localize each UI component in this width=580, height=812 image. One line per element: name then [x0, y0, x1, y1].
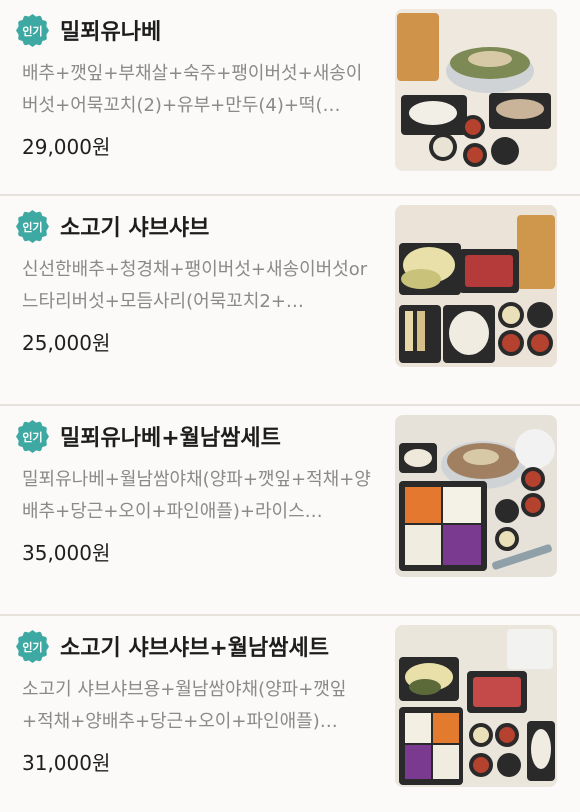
popular-badge: 인기 — [16, 420, 49, 453]
popular-badge: 인기 — [16, 14, 49, 47]
menu-item-price: 25,000원 — [22, 331, 111, 355]
menu-item-name: 밀푀유나베 — [60, 20, 162, 45]
menu-item-photo[interactable] — [395, 205, 557, 367]
popular-badge: 인기 — [16, 210, 49, 243]
menu-item-price: 35,000원 — [22, 541, 111, 565]
menu-item-photo[interactable] — [395, 415, 557, 577]
menu-item-description: 밀푀유나베+월남쌈야채(양파+깻잎+적채+양배추+당근+오이+파인애플)+라이스… — [22, 469, 371, 522]
menu-item-millefeuille-nabe[interactable]: 인기 밀푀유나베 배추+깻잎+부채살+숙주+팽이버섯+새송이버섯+어묵꼬치(2)… — [0, 0, 580, 196]
menu-item-name: 소고기 샤브샤브+월남쌈세트 — [60, 636, 329, 661]
menu-item-beef-shabu-shabu[interactable]: 인기 소고기 샤브샤브 신선한배추+청경채+팽이버섯+새송이버섯or느타리버섯+… — [0, 196, 580, 406]
menu-item-photo[interactable] — [395, 625, 557, 787]
menu-item-description: 배추+깻잎+부채살+숙주+팽이버섯+새송이버섯+어묵꼬치(2)+유부+만두(4)… — [22, 63, 363, 116]
menu-item-beef-shabu-rice-paper-set[interactable]: 인기 소고기 샤브샤브+월남쌈세트 소고기 샤브샤브용+월남쌈야채(양파+깻잎+… — [0, 616, 580, 812]
popular-badge: 인기 — [16, 630, 49, 663]
menu-item-description: 신선한배추+청경채+팽이버섯+새송이버섯or느타리버섯+모듬사리(어묵꼬치2+… — [22, 259, 368, 312]
menu-item-name: 소고기 샤브샤브 — [60, 216, 210, 241]
menu-item-price: 29,000원 — [22, 135, 111, 159]
menu-item-photo[interactable] — [395, 9, 557, 171]
menu-item-price: 31,000원 — [22, 751, 111, 775]
menu-item-name: 밀푀유나베+월남쌈세트 — [60, 426, 281, 451]
menu-item-description: 소고기 샤브샤브용+월남쌈야채(양파+깻잎+적채+양배추+당근+오이+파인애플)… — [22, 679, 347, 732]
menu-list: 인기 밀푀유나베 배추+깻잎+부채살+숙주+팽이버섯+새송이버섯+어묵꼬치(2)… — [0, 0, 580, 812]
menu-item-millefeuille-nabe-rice-paper-set[interactable]: 인기 밀푀유나베+월남쌈세트 밀푀유나베+월남쌈야채(양파+깻잎+적채+양배추+… — [0, 406, 580, 616]
